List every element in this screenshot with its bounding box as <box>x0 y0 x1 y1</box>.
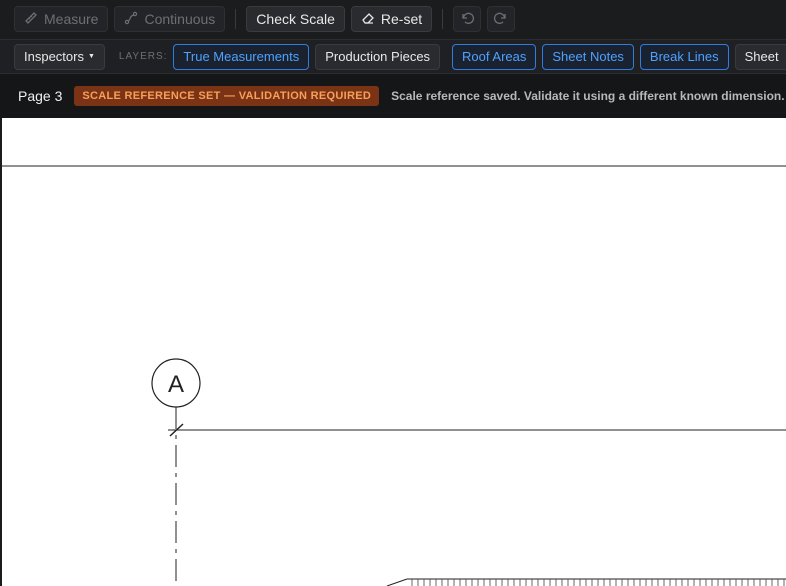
inspectors-label: Inspectors <box>24 49 84 64</box>
redo-icon <box>494 11 508 28</box>
roof-edge-diagonal <box>386 578 408 586</box>
layer-chip-label: True Measurements <box>183 49 300 64</box>
main-toolbar: Measure Continuous Check Scale Re-set <box>0 0 786 38</box>
continuous-button[interactable]: Continuous <box>114 6 226 32</box>
caret-down-icon: ▼ <box>87 53 95 60</box>
drawing-sheet: A <box>2 165 786 586</box>
toolbar-divider <box>235 9 237 29</box>
status-badge: SCALE REFERENCE SET — VALIDATION REQUIRE… <box>74 86 380 106</box>
measure-button[interactable]: Measure <box>14 6 109 32</box>
layer-break-lines[interactable]: Break Lines <box>639 43 729 70</box>
reset-button[interactable]: Re-set <box>350 6 433 32</box>
ruler-icon <box>24 11 38 28</box>
layer-chip-label: Sheet <box>744 49 779 64</box>
page-indicator: Page 3 <box>18 88 63 104</box>
drawing-canvas[interactable]: A <box>0 118 786 586</box>
inspectors-dropdown[interactable]: Inspectors ▼ <box>14 43 105 70</box>
status-bar: Page 3 SCALE REFERENCE SET — VALIDATION … <box>0 73 786 118</box>
reset-label: Re-set <box>380 11 423 27</box>
path-icon <box>124 11 138 28</box>
layer-true-measurements[interactable]: True Measurements <box>173 43 310 70</box>
check-scale-label: Check Scale <box>256 11 335 27</box>
toolbar-divider <box>442 9 444 29</box>
continuous-label: Continuous <box>144 11 216 27</box>
layer-chip-label: Roof Areas <box>462 49 527 64</box>
layer-roof-areas[interactable]: Roof Areas <box>452 43 537 70</box>
measure-label: Measure <box>44 11 99 27</box>
layer-sheet[interactable]: Sheet <box>734 43 786 70</box>
check-scale-button[interactable]: Check Scale <box>246 6 345 32</box>
layer-chip-label: Production Pieces <box>325 49 431 64</box>
undo-button[interactable] <box>453 6 482 32</box>
layer-bar: Inspectors ▼ LAYERS: True Measurements P… <box>0 39 786 73</box>
layer-sheet-notes[interactable]: Sheet Notes <box>542 43 634 70</box>
redo-button[interactable] <box>487 6 516 32</box>
layer-chip-label: Sheet Notes <box>552 49 624 64</box>
roof-hatch <box>411 579 785 586</box>
layer-chip-label: Break Lines <box>649 49 719 64</box>
grid-bubble-label: A <box>168 371 184 398</box>
undo-icon <box>460 11 475 28</box>
layers-label: LAYERS: <box>118 51 168 62</box>
eraser-icon <box>361 11 375 28</box>
status-message: Scale reference saved. Validate it using… <box>391 89 785 103</box>
layer-production-pieces[interactable]: Production Pieces <box>315 43 441 70</box>
